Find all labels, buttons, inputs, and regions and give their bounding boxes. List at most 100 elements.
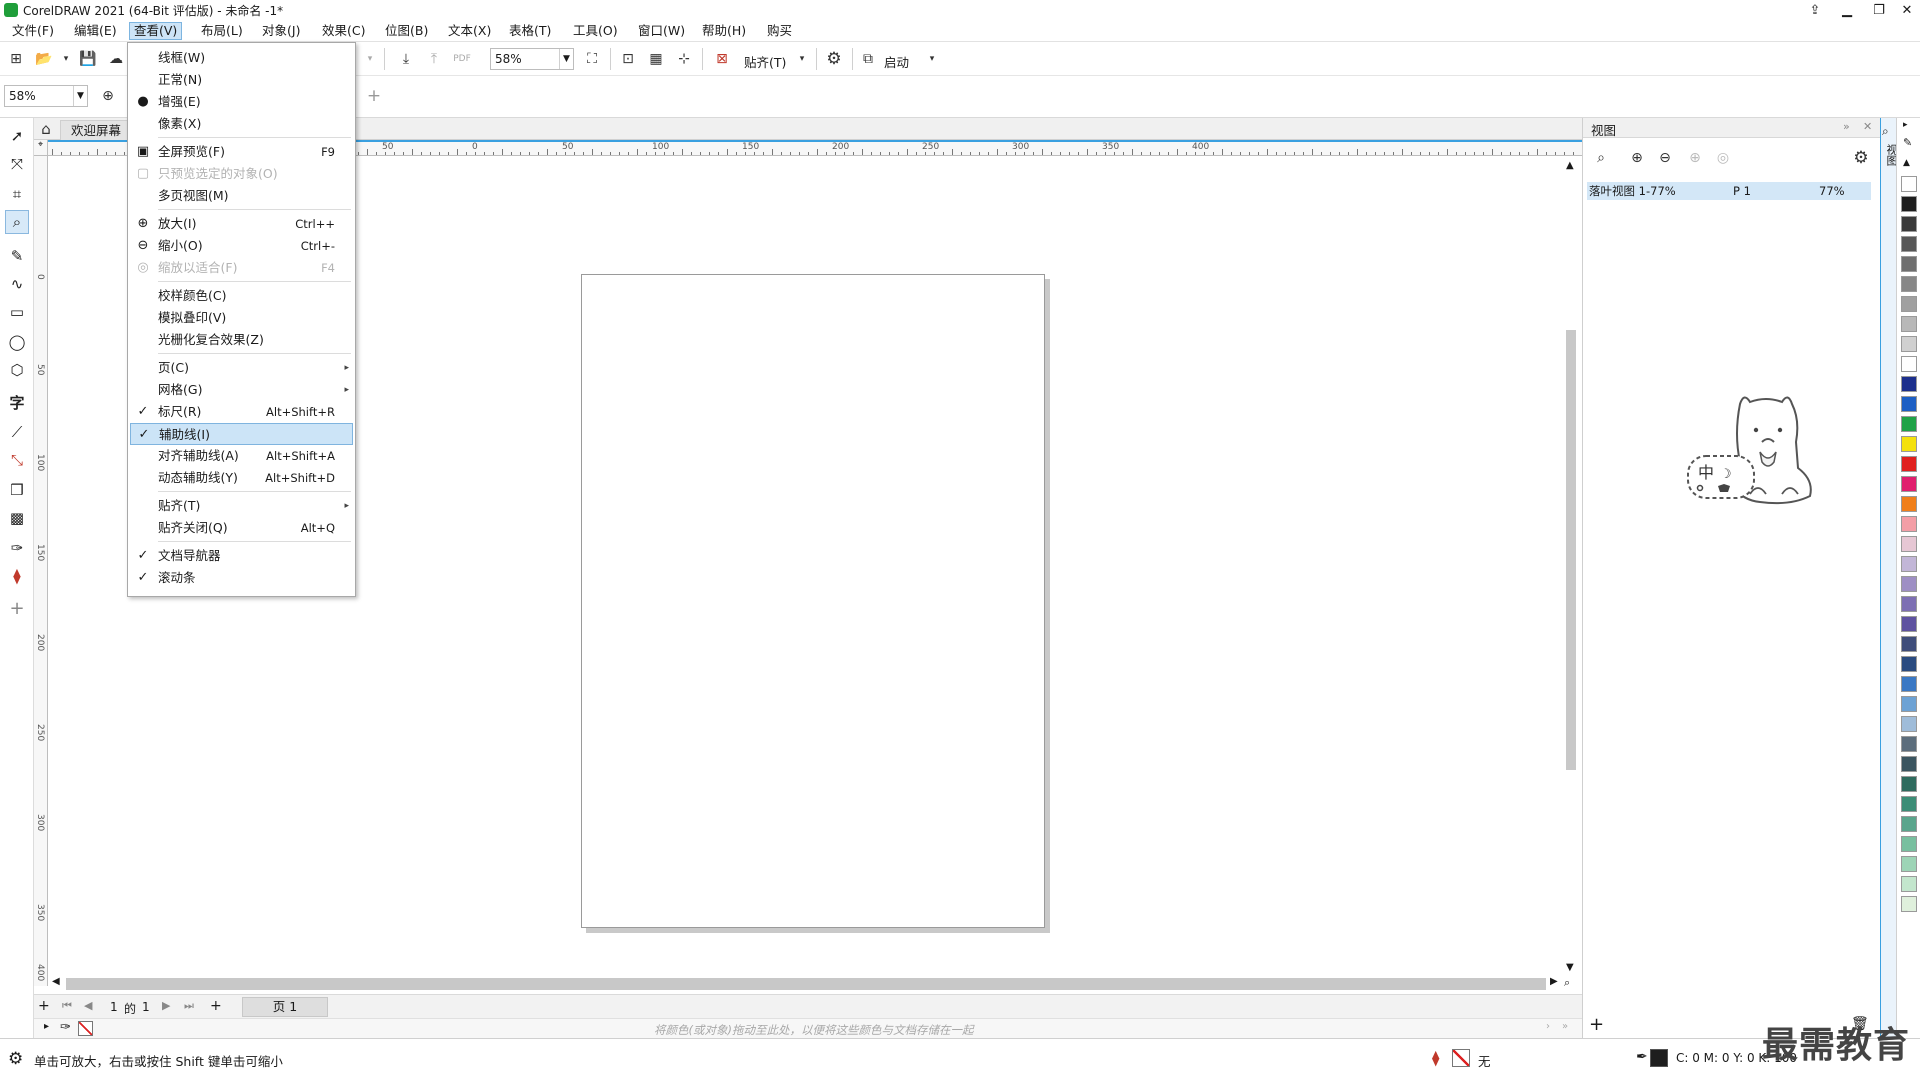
scroll-right-icon[interactable]: ▶	[1550, 976, 1558, 987]
palette-color-swatch[interactable]	[1901, 416, 1917, 432]
snap-off-icon[interactable]: ⊠	[712, 49, 732, 69]
menu-item[interactable]: 帮助(H)	[698, 22, 750, 40]
next-page-icon[interactable]: ▶	[162, 999, 170, 1012]
connector-tool-icon[interactable]: ⤡	[5, 448, 29, 472]
palette-scroll-end-icon[interactable]: »	[1562, 1021, 1568, 1032]
palette-color-swatch[interactable]	[1901, 576, 1917, 592]
palette-pen-icon[interactable]: ✎	[1903, 136, 1912, 149]
palette-color-swatch[interactable]	[1901, 516, 1917, 532]
palette-color-swatch[interactable]	[1901, 696, 1917, 712]
add-page-before-icon[interactable]: +	[38, 998, 50, 1014]
redo-dropdown-icon[interactable]: ▾	[360, 49, 380, 69]
menu-item[interactable]: 文本(X)	[444, 22, 495, 40]
docker-close-icon[interactable]: ✕	[1863, 120, 1872, 133]
document-page[interactable]	[581, 274, 1045, 928]
menu-item[interactable]: 布局(L)	[197, 22, 247, 40]
show-rulers-icon[interactable]: ⊡	[618, 49, 638, 69]
docker-zoom-fit-icon[interactable]: ◎	[1713, 148, 1733, 168]
view-menu-item[interactable]: ✓ 标尺(R) Alt+Shift+R	[130, 401, 353, 423]
add-tool-icon[interactable]: +	[5, 596, 29, 620]
view-menu-item[interactable]: 网格(G) ▸	[130, 379, 353, 401]
palette-color-swatch[interactable]	[1901, 476, 1917, 492]
ellipse-tool-icon[interactable]: ◯	[5, 330, 29, 354]
palette-color-swatch[interactable]	[1901, 756, 1917, 772]
view-menu-item[interactable]: ▣ 全屏预览(F) F9	[130, 141, 353, 163]
vertical-ruler[interactable]: 0 50 100 150 200 250 300 350 400	[34, 156, 48, 986]
docker-collapse-icon[interactable]: »	[1843, 120, 1850, 133]
zoom-tool-icon[interactable]: ⌕	[5, 210, 29, 234]
home-icon[interactable]: ⌂	[36, 119, 56, 139]
palette-color-swatch[interactable]	[1901, 656, 1917, 672]
view-menu-item[interactable]: ⊕ 放大(I) Ctrl++	[130, 213, 353, 235]
zoom-in-icon[interactable]: ⊕	[98, 86, 118, 106]
import-icon[interactable]: ⤓	[396, 49, 416, 69]
palette-color-swatch[interactable]	[1901, 736, 1917, 752]
zoom-level-combo[interactable]: 58% ▼	[490, 48, 574, 70]
view-menu-item[interactable]: 贴齐(T) ▸	[130, 495, 353, 517]
artistic-media-tool-icon[interactable]: ∿	[5, 272, 29, 296]
menu-item[interactable]: 购买	[763, 22, 796, 40]
outline-pen-icon[interactable]: ✒	[1636, 1049, 1648, 1065]
vertical-scrollbar[interactable]	[1566, 330, 1576, 770]
close-icon[interactable]: ✕	[1892, 0, 1920, 20]
palette-color-swatch[interactable]	[1901, 616, 1917, 632]
palette-scroll-up-icon[interactable]: ▲	[1903, 158, 1910, 168]
menu-item[interactable]: 效果(C)	[318, 22, 369, 40]
view-menu-item[interactable]: 线框(W)	[130, 47, 353, 69]
outline-color-swatch[interactable]	[1650, 1049, 1668, 1067]
view-menu-item[interactable]: ▢ 只预览选定的对象(O)	[130, 163, 353, 185]
eyedropper-icon[interactable]: ✑	[60, 1020, 71, 1035]
menu-item[interactable]: 文件(F)	[8, 22, 58, 40]
view-menu-item[interactable]: ✓ 文档导航器	[130, 545, 353, 567]
view-menu-item[interactable]: 像素(X)	[130, 113, 353, 135]
docker-zoom-in-icon[interactable]: ⊕	[1627, 148, 1647, 168]
view-menu-item[interactable]: ◎ 缩放以适合(F) F4	[130, 257, 353, 279]
palette-color-swatch[interactable]	[1901, 856, 1917, 872]
palette-color-swatch[interactable]	[1901, 256, 1917, 272]
status-gear-icon[interactable]: ⚙	[8, 1049, 23, 1069]
tab-page-1[interactable]: 页 1	[242, 997, 328, 1017]
new-document-icon[interactable]: ⊞	[6, 49, 26, 69]
show-grid-icon[interactable]: ▦	[646, 49, 666, 69]
menu-item[interactable]: 对象(J)	[258, 22, 304, 40]
view-menu-item[interactable]: 对齐辅助线(A) Alt+Shift+A	[130, 445, 353, 467]
docker-zoom-out-icon[interactable]: ⊖	[1655, 148, 1675, 168]
view-menu-item[interactable]: 动态辅助线(Y) Alt+Shift+D	[130, 467, 353, 489]
menu-item[interactable]: 窗口(W)	[634, 22, 689, 40]
cloud-icon[interactable]: ☁	[106, 49, 126, 69]
palette-color-swatch[interactable]	[1901, 676, 1917, 692]
palette-color-swatch[interactable]	[1901, 276, 1917, 292]
palette-color-swatch[interactable]	[1901, 316, 1917, 332]
view-menu-item[interactable]: 校样颜色(C)	[130, 285, 353, 307]
docker-add-view-icon[interactable]: +	[1589, 1014, 1604, 1035]
publish-pdf-icon[interactable]: PDF	[452, 49, 472, 69]
palette-color-swatch[interactable]	[1901, 496, 1917, 512]
minimize-icon[interactable]: ▁	[1832, 0, 1862, 20]
open-dropdown-icon[interactable]: ▾	[56, 49, 76, 69]
view-menu-item[interactable]: 贴齐关闭(Q) Alt+Q	[130, 517, 353, 539]
palette-color-swatch[interactable]	[1901, 356, 1917, 372]
menu-item[interactable]: 查看(V)	[129, 22, 183, 40]
palette-color-swatch[interactable]	[1901, 536, 1917, 552]
menu-item[interactable]: 表格(T)	[505, 22, 555, 40]
palette-color-swatch[interactable]	[1901, 236, 1917, 252]
ruler-origin-icon[interactable]: ⌖	[34, 140, 48, 156]
palette-color-swatch[interactable]	[1901, 776, 1917, 792]
launch-icon[interactable]: ⧉	[858, 49, 878, 69]
scroll-down-icon[interactable]: ▼	[1566, 962, 1574, 973]
previous-page-icon[interactable]: ◀	[84, 999, 92, 1012]
show-guidelines-icon[interactable]: ⊹	[674, 49, 694, 69]
docker-zoom-tool-icon[interactable]: ⌕	[1591, 148, 1611, 168]
restore-icon[interactable]: ❐	[1864, 0, 1894, 20]
palette-color-swatch[interactable]	[1901, 896, 1917, 912]
text-tool-icon[interactable]: 字	[5, 390, 29, 414]
eyedropper-tool-icon[interactable]: ✑	[5, 536, 29, 560]
transparency-tool-icon[interactable]: ▩	[5, 506, 29, 530]
palette-color-swatch[interactable]	[1901, 556, 1917, 572]
tab-welcome-screen[interactable]: 欢迎屏幕	[60, 120, 133, 140]
rectangle-tool-icon[interactable]: ▭	[5, 300, 29, 324]
view-menu-item[interactable]: ⊖ 缩小(O) Ctrl+-	[130, 235, 353, 257]
crop-tool-icon[interactable]: ⌗	[5, 182, 29, 206]
export-icon[interactable]: ⤒	[424, 49, 444, 69]
palette-color-swatch[interactable]	[1901, 836, 1917, 852]
